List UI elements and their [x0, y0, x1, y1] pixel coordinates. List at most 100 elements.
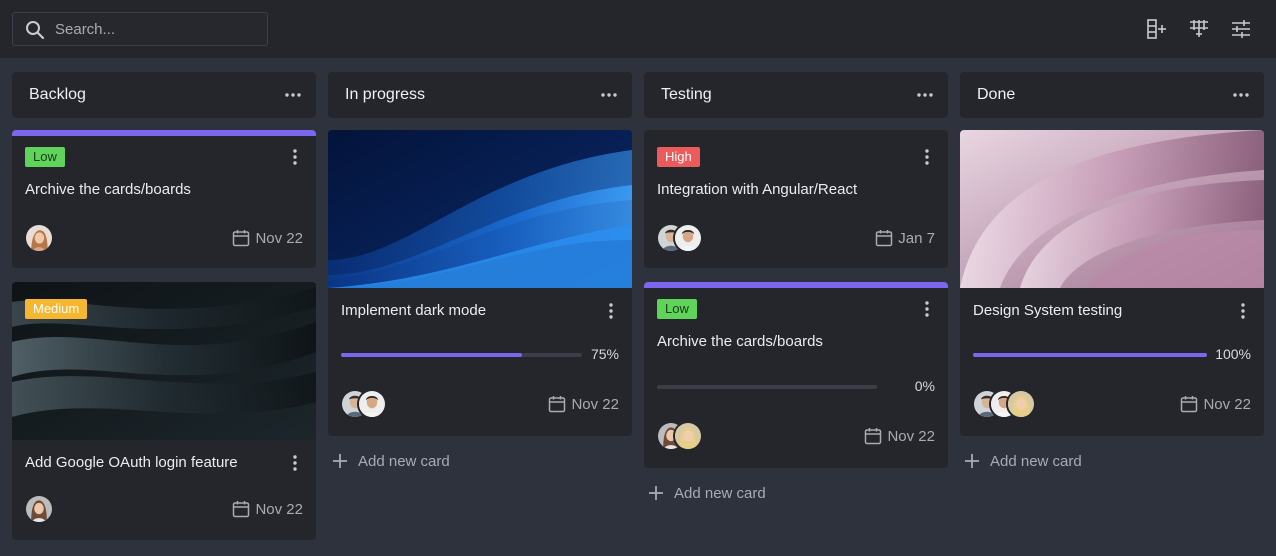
more-horizontal-icon — [600, 87, 618, 103]
progress-fill — [973, 353, 1207, 357]
column-grid-button[interactable] — [1188, 18, 1210, 40]
column-title: In progress — [345, 86, 426, 103]
card-menu-button[interactable] — [920, 300, 934, 318]
column-header: Backlog — [12, 72, 316, 118]
card-title: Integration with Angular/React — [657, 181, 858, 198]
add-column-button[interactable] — [1146, 18, 1168, 40]
due-date-text: Nov 22 — [887, 427, 935, 445]
calendar-icon — [232, 500, 250, 518]
more-horizontal-icon — [1232, 87, 1250, 103]
due-date: Nov 22 — [864, 426, 935, 446]
add-card-label: Add new card — [358, 452, 450, 470]
progress-bar: 0% — [657, 378, 935, 395]
add-card-label: Add new card — [990, 452, 1082, 470]
plus-icon — [332, 453, 348, 469]
card-title: Design System testing — [973, 302, 1123, 319]
due-date: Nov 22 — [1180, 394, 1251, 414]
card[interactable]: Design System testing 100% Nov 22 — [960, 130, 1264, 436]
card-title: Archive the cards/boards — [657, 333, 823, 350]
column-title: Done — [977, 86, 1016, 103]
more-vertical-icon — [920, 148, 934, 166]
search-box[interactable] — [12, 12, 268, 46]
progress-fill — [341, 353, 522, 357]
column-title: Backlog — [29, 86, 86, 103]
progress-bar: 75% — [341, 346, 619, 363]
column-grid-icon — [1190, 20, 1208, 37]
card-menu-button[interactable] — [920, 148, 934, 166]
card-accent-bar — [12, 130, 316, 136]
add-card-button[interactable]: Add new card — [332, 449, 450, 473]
card-cover-image — [960, 130, 1264, 288]
column-header: Testing — [644, 72, 948, 118]
plus-icon — [648, 485, 664, 501]
calendar-icon — [232, 229, 250, 247]
add-card-label: Add new card — [674, 484, 766, 502]
plus-icon — [964, 453, 980, 469]
progress-percent: 0% — [914, 378, 935, 394]
due-date-text: Nov 22 — [1203, 395, 1251, 413]
add-card-button[interactable]: Add new card — [648, 481, 766, 505]
card-accent-bar — [644, 282, 948, 288]
card-title: Archive the cards/boards — [25, 181, 191, 198]
due-date: Nov 22 — [232, 228, 303, 248]
priority-badge: Medium — [25, 299, 88, 319]
column-header: Done — [960, 72, 1264, 118]
card-title: Implement dark mode — [341, 302, 487, 319]
progress-track — [341, 353, 582, 357]
card[interactable]: Implement dark mode 75% Nov 22 — [328, 130, 632, 436]
card-menu-button[interactable] — [604, 302, 618, 320]
more-vertical-icon — [288, 454, 302, 472]
card-cover-image — [328, 130, 632, 288]
card[interactable]: High Integration with Angular/React Jan … — [644, 130, 948, 268]
calendar-icon — [875, 229, 893, 247]
card-menu-button[interactable] — [288, 148, 302, 166]
avatar[interactable] — [24, 223, 54, 253]
card-title: Add Google OAuth login feature — [25, 454, 238, 471]
top-bar — [0, 0, 1276, 58]
more-horizontal-icon — [284, 87, 302, 103]
board-settings-button[interactable] — [1230, 18, 1252, 40]
sliders-icon — [1232, 20, 1250, 38]
column-menu-button[interactable] — [1232, 87, 1250, 103]
card[interactable]: Medium Add Google OAuth login feature No… — [12, 282, 316, 540]
card[interactable]: Low Archive the cards/boards Nov 22 — [12, 130, 316, 268]
more-vertical-icon — [1236, 302, 1250, 320]
avatar[interactable] — [673, 223, 703, 253]
column-header: In progress — [328, 72, 632, 118]
due-date-text: Nov 22 — [255, 229, 303, 247]
column-testing: Testing High Integration with Angular/Re… — [644, 72, 948, 502]
avatar[interactable] — [357, 389, 387, 419]
calendar-icon — [1180, 395, 1198, 413]
column-add-icon — [1147, 19, 1166, 39]
avatar[interactable] — [1006, 389, 1036, 419]
due-date-text: Jan 7 — [898, 229, 935, 247]
column-backlog: Backlog Low Archive the cards/boards Nov… — [12, 72, 316, 540]
column-in-progress: In progress Implement dark mode 75% Nov … — [328, 72, 632, 470]
due-date: Nov 22 — [548, 394, 619, 414]
priority-badge: Low — [657, 299, 697, 319]
progress-percent: 75% — [590, 346, 619, 362]
card[interactable]: Low Archive the cards/boards 0% Nov 22 — [644, 282, 948, 468]
progress-bar: 100% — [973, 346, 1251, 363]
card-menu-button[interactable] — [288, 454, 302, 472]
avatar[interactable] — [673, 421, 703, 451]
calendar-icon — [864, 427, 882, 445]
card-menu-button[interactable] — [1236, 302, 1250, 320]
more-vertical-icon — [288, 148, 302, 166]
calendar-icon — [548, 395, 566, 413]
due-date: Jan 7 — [875, 228, 935, 248]
search-icon — [26, 21, 45, 40]
column-menu-button[interactable] — [916, 87, 934, 103]
due-date-text: Nov 22 — [571, 395, 619, 413]
avatar[interactable] — [24, 494, 54, 524]
search-input[interactable] — [55, 13, 255, 45]
column-menu-button[interactable] — [600, 87, 618, 103]
column-done: Done Design System testing 100% Nov 22 A… — [960, 72, 1264, 470]
progress-percent: 100% — [1215, 346, 1251, 362]
column-menu-button[interactable] — [284, 87, 302, 103]
more-horizontal-icon — [916, 87, 934, 103]
more-vertical-icon — [920, 300, 934, 318]
add-card-button[interactable]: Add new card — [964, 449, 1082, 473]
due-date-text: Nov 22 — [255, 500, 303, 518]
more-vertical-icon — [604, 302, 618, 320]
